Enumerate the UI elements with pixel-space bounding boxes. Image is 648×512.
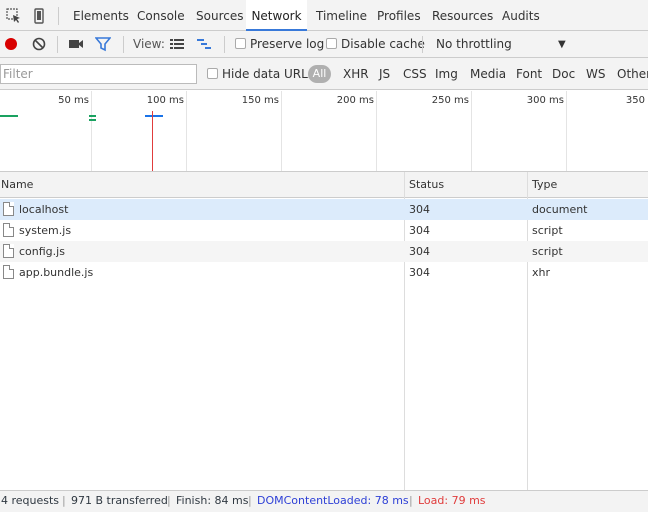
tab-audits[interactable]: Audits [502,0,540,31]
filter-type-doc[interactable]: Doc [552,58,575,90]
filter-type-font[interactable]: Font [516,58,542,90]
overview-tick: 300 ms [526,95,564,106]
network-toolbar: View: Preserve log Disable cache No thro… [0,31,648,58]
document-icon [3,244,14,258]
filter-type-css[interactable]: CSS [403,58,427,90]
clear-icon[interactable] [31,36,47,52]
filter-bar: Hide data URLs All XHR JS CSS Img Media … [0,58,648,90]
overview-waterfall-icon[interactable] [196,36,212,52]
record-icon[interactable] [3,36,19,52]
preserve-log-label: Preserve log [250,37,325,51]
tab-console[interactable]: Console [137,0,185,31]
document-icon [3,265,14,279]
network-overview[interactable]: 50 ms 100 ms 150 ms 200 ms 250 ms 300 ms… [0,91,648,172]
tab-profiles[interactable]: Profiles [377,0,421,31]
throttling-select[interactable]: No throttling [436,31,512,58]
tab-elements[interactable]: Elements [73,0,129,31]
preserve-log-checkbox[interactable] [235,38,246,49]
filter-type-img[interactable]: Img [435,58,458,90]
overview-request-bar [89,119,96,121]
load-event-marker [152,111,153,171]
devtools-tab-bar: Elements Console Sources Network Timelin… [0,0,648,31]
tab-separator [58,7,59,25]
network-summary-bar: 4 requests | 971 B transferred | Finish:… [0,490,648,512]
column-header-name[interactable]: Name [1,172,33,198]
disable-cache-label: Disable cache [341,37,425,51]
overview-tick: 50 ms [58,95,89,106]
tab-timeline[interactable]: Timeline [316,0,367,31]
filter-type-media[interactable]: Media [470,58,506,90]
filter-input[interactable] [0,64,197,84]
chevron-down-icon[interactable]: ▼ [558,31,566,58]
disable-cache-checkbox[interactable] [326,38,337,49]
column-header-status[interactable]: Status [409,172,444,198]
overview-tick: 150 ms [241,95,279,106]
overview-request-bar [145,115,163,117]
column-header-type[interactable]: Type [532,172,557,198]
document-icon [3,223,14,237]
filter-type-ws[interactable]: WS [586,58,605,90]
device-mode-icon[interactable] [31,8,47,24]
overview-request-bar [89,115,96,117]
requests-count: 4 requests [1,494,60,507]
filter-type-all[interactable]: All [308,65,331,83]
overview-tick: 200 ms [336,95,374,106]
transferred-size: 971 B transferred [71,494,168,507]
filter-type-xhr[interactable]: XHR [343,58,369,90]
hide-data-urls-checkbox[interactable] [207,68,218,79]
filter-type-js[interactable]: JS [379,58,390,90]
table-row[interactable]: localhost 304 document [0,199,648,220]
tab-resources[interactable]: Resources [432,0,493,31]
table-row[interactable]: system.js 304 script [0,220,648,241]
overview-request-bar [0,115,18,117]
view-label: View: [133,37,165,51]
tab-sources[interactable]: Sources [196,0,243,31]
large-rows-icon[interactable] [169,36,185,52]
inspect-element-icon[interactable] [6,8,22,24]
document-icon [3,202,14,216]
tab-network[interactable]: Network [246,0,307,31]
overview-tick: 250 ms [431,95,469,106]
network-table-header: Name Status Type [0,172,648,198]
hide-data-urls-label: Hide data URLs [222,67,315,81]
table-row[interactable]: app.bundle.js 304 xhr [0,262,648,283]
dom-content-loaded-time: DOMContentLoaded: 78 ms [257,494,409,507]
overview-tick: 100 ms [146,95,184,106]
finish-time: Finish: 84 ms [176,494,249,507]
capture-screenshots-icon[interactable] [68,36,84,52]
table-row[interactable]: config.js 304 script [0,241,648,262]
overview-tick: 350 [625,95,645,106]
load-time: Load: 79 ms [418,494,486,507]
filter-icon[interactable] [95,36,111,52]
filter-type-other[interactable]: Other [617,58,648,90]
